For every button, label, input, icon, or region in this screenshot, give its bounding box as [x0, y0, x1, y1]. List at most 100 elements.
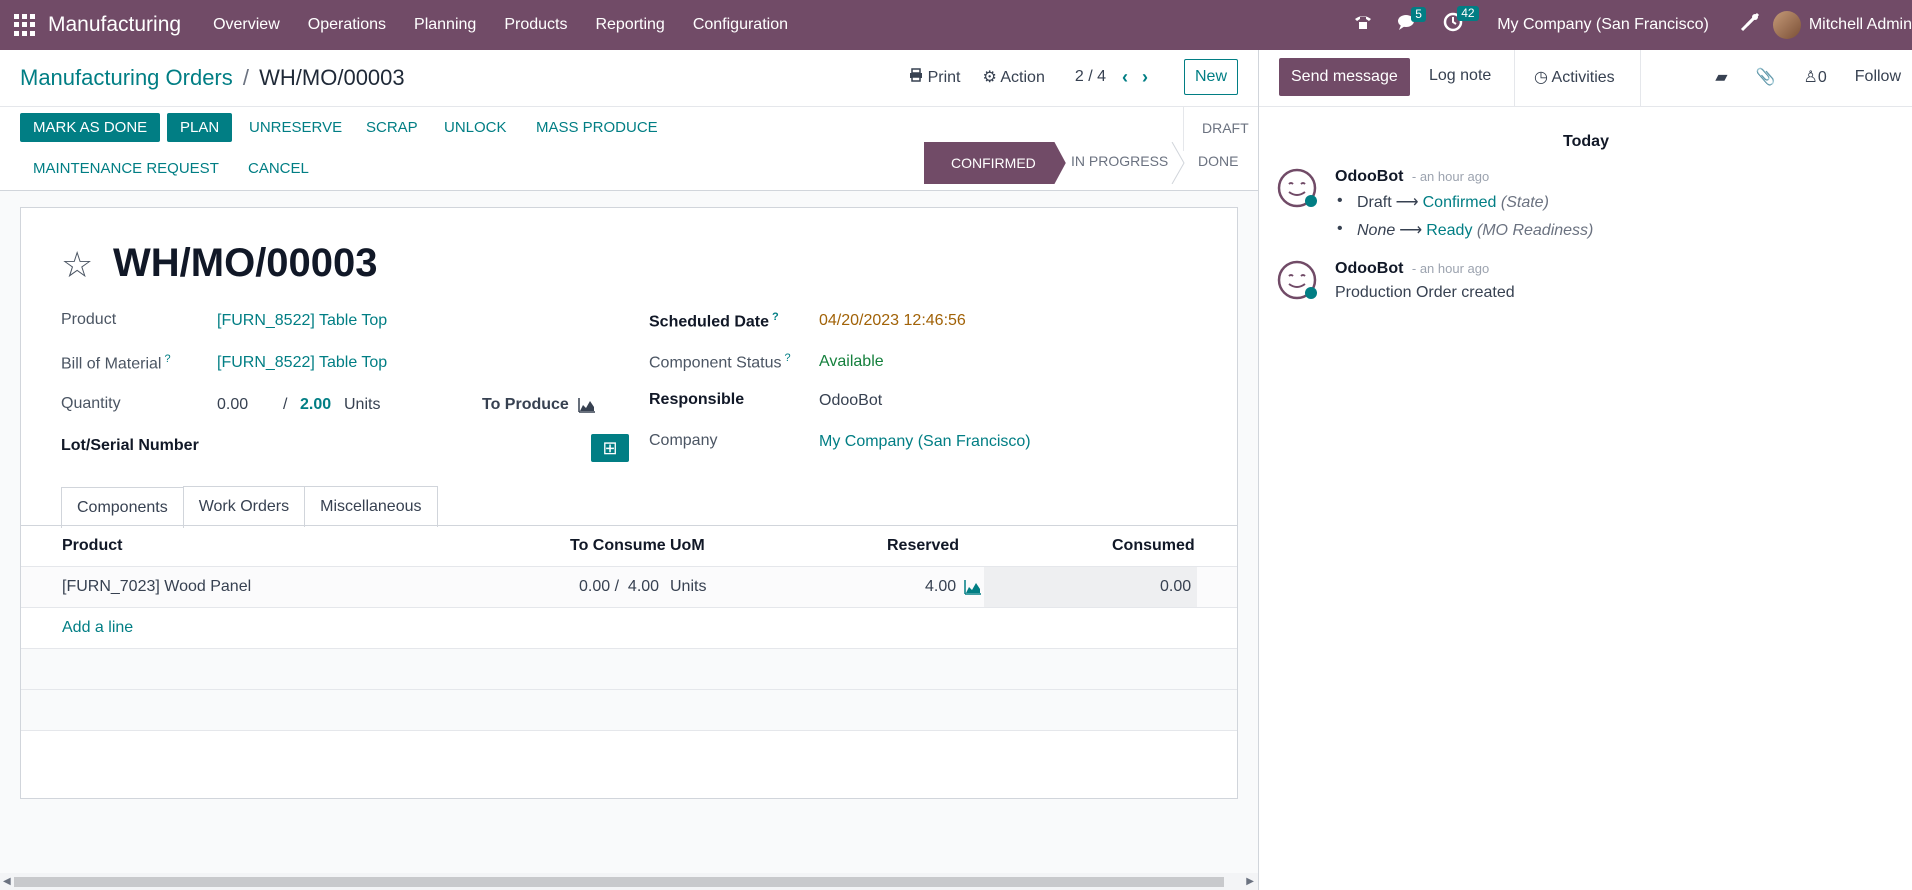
- action-button[interactable]: ⚙ Action: [982, 67, 1044, 87]
- menu-overview[interactable]: Overview: [213, 16, 280, 34]
- company-field[interactable]: My Company (San Francisco): [819, 433, 1031, 451]
- activities-badge: 42: [1457, 6, 1479, 21]
- tab-components[interactable]: Components: [61, 487, 184, 528]
- mass-produce-button[interactable]: MASS PRODUCE: [523, 113, 671, 142]
- scrap-button[interactable]: SCRAP: [353, 113, 431, 142]
- send-message-button[interactable]: Send message: [1279, 58, 1410, 96]
- tab-work-orders[interactable]: Work Orders: [182, 486, 306, 527]
- menu-operations[interactable]: Operations: [308, 16, 386, 34]
- col-consumed[interactable]: Consumed: [1112, 537, 1195, 555]
- log-note-button[interactable]: Log note: [1429, 67, 1491, 85]
- stage-in-progress[interactable]: IN PROGRESS: [1071, 153, 1168, 169]
- print-label: Print: [927, 68, 961, 86]
- phone-icon[interactable]: [1353, 13, 1373, 37]
- apps-menu-icon[interactable]: [14, 14, 36, 36]
- unlock-button[interactable]: UNLOCK: [431, 113, 520, 142]
- maintenance-request-button[interactable]: MAINTENANCE REQUEST: [20, 154, 232, 183]
- forecast-chart-icon[interactable]: [964, 579, 982, 595]
- row-consumed[interactable]: 0.00: [1160, 578, 1191, 596]
- empty-row: [21, 690, 1237, 731]
- chatter-topbar: Send message Log note ◷ Activities ▰ 📎 ♙…: [1259, 50, 1912, 107]
- scroll-right-icon[interactable]: ▶: [1246, 876, 1254, 887]
- app-brand[interactable]: Manufacturing: [48, 13, 181, 37]
- book-icon[interactable]: ▰: [1715, 67, 1727, 87]
- bom-help-icon[interactable]: ?: [164, 353, 170, 365]
- stage-confirmed[interactable]: CONFIRMED: [924, 142, 1066, 184]
- row-uom[interactable]: Units: [670, 578, 706, 596]
- components-table: Product To Consume UoM Reserved Consumed…: [21, 525, 1237, 731]
- unreserve-button[interactable]: UNRESERVE: [236, 113, 355, 142]
- message-author[interactable]: OdooBot - an hour ago: [1335, 168, 1489, 186]
- table-header-row: Product To Consume UoM Reserved Consumed: [21, 526, 1237, 567]
- stage-draft[interactable]: DRAFT: [1202, 120, 1249, 136]
- user-menu[interactable]: Mitchell Admin: [1809, 16, 1912, 34]
- col-to-consume[interactable]: To Consume: [570, 537, 666, 555]
- quantity-produced-input[interactable]: 0.00: [217, 396, 248, 414]
- followers-button[interactable]: ♙0: [1804, 67, 1827, 87]
- message-time: - an hour ago: [1411, 261, 1490, 276]
- pager-value[interactable]: 2 / 4: [1075, 68, 1106, 86]
- plan-button[interactable]: PLAN: [167, 113, 233, 142]
- product-label: Product: [61, 311, 117, 328]
- scrollbar-thumb[interactable]: [14, 877, 1224, 887]
- print-button[interactable]: Print: [909, 67, 961, 87]
- paperclip-icon[interactable]: 📎: [1756, 67, 1776, 87]
- activities-label: Activities: [1551, 69, 1615, 86]
- menu-products[interactable]: Products: [504, 16, 567, 34]
- breadcrumb-parent[interactable]: Manufacturing Orders: [20, 65, 233, 90]
- control-panel: Manufacturing Orders / WH/MO/00003 Print…: [0, 50, 1258, 107]
- cancel-button[interactable]: CANCEL: [235, 154, 322, 183]
- menu-reporting[interactable]: Reporting: [595, 16, 664, 34]
- messages-badge: 5: [1411, 7, 1426, 22]
- quantity-total-input[interactable]: 2.00: [300, 396, 331, 414]
- product-field[interactable]: [FURN_8522] Table Top: [217, 312, 387, 330]
- arrow-right-icon: ⟶: [1399, 222, 1423, 239]
- component-status-label: Component Status?: [649, 352, 791, 372]
- change-old-value: Draft: [1357, 194, 1392, 211]
- scheduled-date-field[interactable]: 04/20/2023 12:46:56: [819, 312, 966, 330]
- generate-lot-plus-icon[interactable]: ⊞: [591, 434, 629, 462]
- responsible-field[interactable]: OdooBot: [819, 392, 882, 410]
- pager-previous-icon[interactable]: ‹: [1122, 67, 1128, 88]
- change-old-value: None: [1357, 222, 1396, 239]
- scroll-left-icon[interactable]: ◀: [3, 876, 11, 887]
- horizontal-scrollbar[interactable]: ◀ ▶: [0, 873, 1258, 890]
- message-author[interactable]: OdooBot - an hour ago: [1335, 260, 1489, 278]
- company-switcher[interactable]: My Company (San Francisco): [1497, 16, 1709, 34]
- quantity-uom: Units: [344, 396, 381, 413]
- col-product[interactable]: Product: [62, 537, 122, 555]
- component-status-label-text: Component Status: [649, 354, 782, 372]
- row-product[interactable]: [FURN_7023] Wood Panel: [62, 578, 251, 596]
- pager-next-icon[interactable]: ›: [1142, 67, 1148, 88]
- activities-button[interactable]: ◷ Activities: [1534, 67, 1615, 87]
- col-uom[interactable]: UoM: [670, 537, 705, 555]
- breadcrumb-current: WH/MO/00003: [259, 65, 405, 90]
- followers-count: 0: [1817, 69, 1827, 86]
- menu-configuration[interactable]: Configuration: [693, 16, 788, 34]
- favorite-star-icon[interactable]: ☆: [61, 244, 93, 286]
- new-button[interactable]: New: [1183, 59, 1238, 95]
- menu-planning[interactable]: Planning: [414, 16, 476, 34]
- lot-serial-label: Lot/Serial Number: [61, 437, 199, 454]
- user-avatar[interactable]: [1772, 11, 1801, 39]
- table-row[interactable]: [FURN_7023] Wood Panel 0.00 / 4.00 Units…: [21, 567, 1237, 608]
- scheduled-date-help-icon[interactable]: ?: [772, 311, 779, 323]
- follow-button[interactable]: Follow: [1855, 68, 1901, 86]
- author-name[interactable]: OdooBot: [1335, 168, 1403, 185]
- quantity-label: Quantity: [61, 395, 121, 412]
- change-field-name: (MO Readiness): [1476, 222, 1594, 239]
- component-status-help-icon[interactable]: ?: [785, 352, 791, 364]
- messages-icon[interactable]: 5: [1397, 7, 1426, 37]
- activities-clock-icon[interactable]: 42: [1443, 6, 1479, 38]
- add-line-link[interactable]: Add a line: [62, 619, 133, 637]
- col-reserved[interactable]: Reserved: [887, 537, 959, 555]
- tab-miscellaneous[interactable]: Miscellaneous: [304, 486, 438, 527]
- forecast-chart-icon[interactable]: [578, 397, 596, 413]
- author-name[interactable]: OdooBot: [1335, 260, 1403, 277]
- tools-icon[interactable]: [1739, 11, 1761, 39]
- stage-done[interactable]: DONE: [1198, 153, 1238, 169]
- row-to-consume[interactable]: 0.00 / 4.00: [579, 578, 659, 596]
- mark-as-done-button[interactable]: MARK AS DONE: [20, 113, 161, 142]
- to-produce-label: To Produce: [482, 396, 569, 413]
- bom-field[interactable]: [FURN_8522] Table Top: [217, 354, 387, 372]
